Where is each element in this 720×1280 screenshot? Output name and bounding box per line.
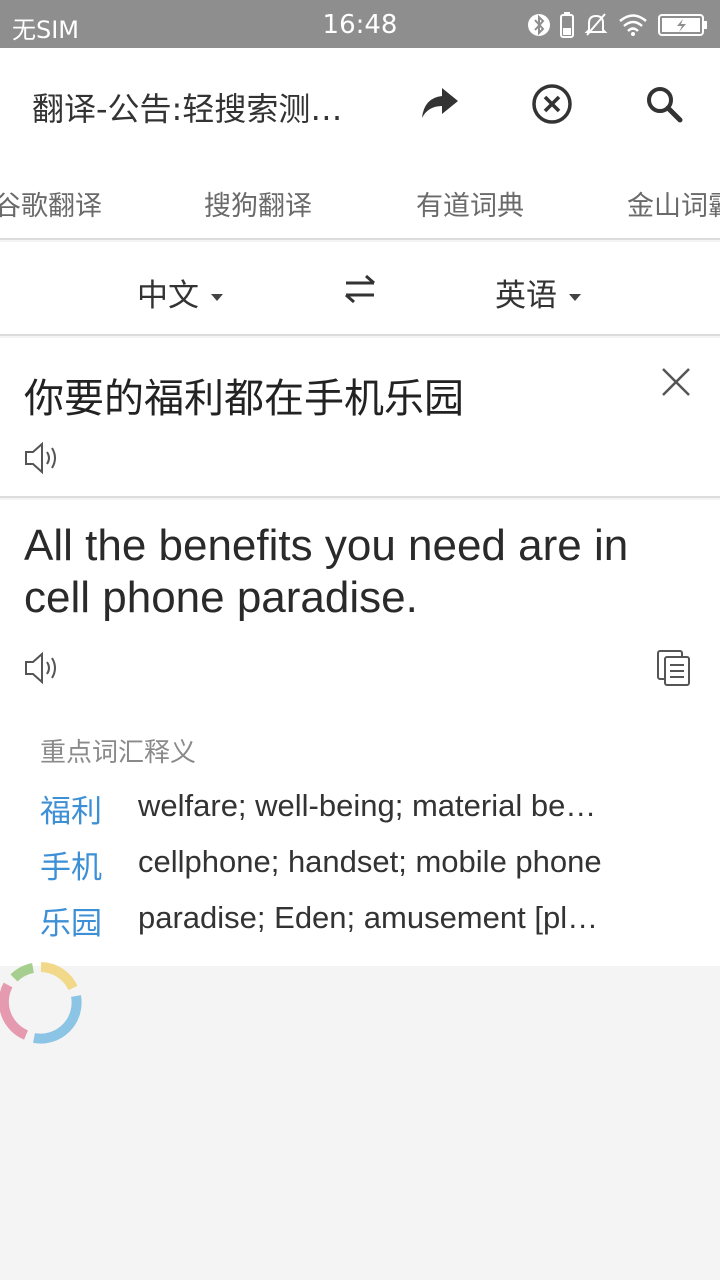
speaker-icon xyxy=(25,651,56,685)
source-language-select[interactable]: 中文 xyxy=(137,270,223,315)
copy-icon xyxy=(657,650,690,686)
bluetooth-icon xyxy=(528,14,550,36)
floating-assistant-button[interactable] xyxy=(0,958,86,1048)
target-language-label: 英语 xyxy=(495,278,557,314)
close-page-button[interactable] xyxy=(530,82,574,126)
swap-arrows-icon xyxy=(345,274,375,304)
tab-sogou-translate[interactable]: 搜狗翻译 xyxy=(204,184,312,223)
translation-result[interactable]: All the benefits you need are in cell ph… xyxy=(24,520,704,624)
source-text[interactable]: 你要的福利都在手机乐园 xyxy=(24,366,464,424)
mute-bell-icon xyxy=(584,13,608,36)
copy-button[interactable] xyxy=(654,648,694,688)
clear-input-button[interactable] xyxy=(656,362,696,402)
battery-charging-icon xyxy=(658,14,707,36)
page-title: 翻译-公告:轻搜索测… xyxy=(32,90,343,124)
share-button[interactable] xyxy=(418,82,462,126)
chevron-down-icon xyxy=(211,294,223,301)
vocab-word[interactable]: 乐园 xyxy=(40,898,102,943)
vocabulary-title: 重点词汇释义 xyxy=(40,738,197,768)
title-bar: 翻译-公告:轻搜索测… xyxy=(0,48,720,160)
engine-tabs: 谷歌翻译 搜狗翻译 有道词典 金山词霸 xyxy=(0,160,720,240)
loading-ring-icon xyxy=(0,962,82,1044)
result-speak-button[interactable] xyxy=(22,648,62,688)
swap-languages-button[interactable] xyxy=(340,272,380,310)
tab-youdao-dict[interactable]: 有道词典 xyxy=(416,184,524,223)
close-circle-icon xyxy=(532,84,572,124)
source-language-label: 中文 xyxy=(137,278,199,314)
vocab-definition: cellphone; handset; mobile phone xyxy=(138,844,602,879)
close-icon xyxy=(662,368,690,396)
vocab-item[interactable]: 手机 cellphone; handset; mobile phone xyxy=(40,842,690,886)
wifi-icon xyxy=(619,14,647,36)
vocab-definition: paradise; Eden; amusement [pl… xyxy=(138,900,599,935)
target-language-select[interactable]: 英语 xyxy=(495,270,581,315)
search-button[interactable] xyxy=(642,82,686,126)
vocab-item[interactable]: 福利 welfare; well-being; material be… xyxy=(40,786,690,830)
vocab-definition: welfare; well-being; material be… xyxy=(138,788,597,823)
share-icon xyxy=(422,88,458,118)
source-input-area[interactable]: 你要的福利都在手机乐园 xyxy=(0,338,720,498)
vocab-word[interactable]: 手机 xyxy=(40,842,102,887)
vocab-item[interactable]: 乐园 paradise; Eden; amusement [pl… xyxy=(40,898,690,942)
tab-jinshan-ciba[interactable]: 金山词霸 xyxy=(627,184,720,223)
status-icons xyxy=(528,10,708,40)
tab-google-translate[interactable]: 谷歌翻译 xyxy=(0,184,102,223)
chevron-down-icon xyxy=(569,294,581,301)
search-icon xyxy=(647,87,683,123)
battery-saver-icon xyxy=(560,12,574,38)
speaker-icon xyxy=(25,441,56,475)
vocab-word[interactable]: 福利 xyxy=(40,786,102,831)
status-bar: 无SIM 16:48 xyxy=(0,0,720,48)
result-area: All the benefits you need are in cell ph… xyxy=(0,500,720,966)
source-speak-button[interactable] xyxy=(22,438,62,478)
